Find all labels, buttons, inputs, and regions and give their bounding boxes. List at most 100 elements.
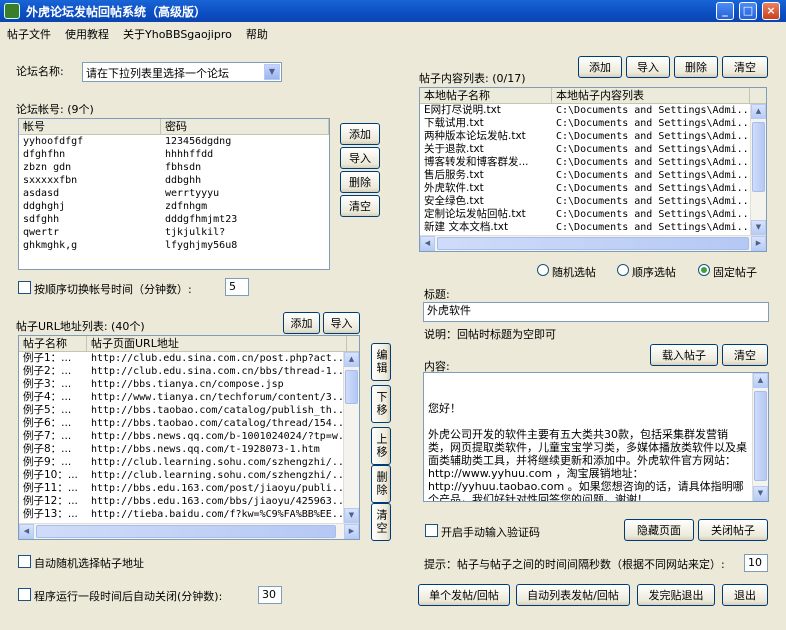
- contents-delete-button[interactable]: 删除: [674, 56, 718, 78]
- scroll-right-icon[interactable]: ▶: [344, 524, 359, 539]
- list-item[interactable]: 例子2：... http://club.edu.sina.com.cn/bbs/t…: [19, 365, 359, 378]
- accounts-delete-button[interactable]: 删除: [340, 171, 380, 193]
- column-header[interactable]: 本地帖子名称: [420, 88, 552, 103]
- list-item[interactable]: 定制论坛发帖回帖.txt C:\Documents and Settings\Ad…: [420, 208, 766, 221]
- menu-file[interactable]: 帖子文件: [0, 26, 58, 42]
- column-header[interactable]: 帖子名称: [19, 336, 87, 351]
- list-item[interactable]: yyhoofdfgf 123456dgdng: [19, 135, 329, 148]
- scroll-thumb[interactable]: [36, 525, 336, 538]
- urls-list[interactable]: 帖子名称 帖子页面URL地址 例子1：... http://club.edu.si…: [18, 335, 360, 540]
- scroll-up-icon[interactable]: ▲: [751, 104, 766, 119]
- urls-up-button[interactable]: 上移: [371, 427, 391, 465]
- mode-random-radio[interactable]: [537, 264, 549, 276]
- list-item[interactable]: 售后服务.txt C:\Documents and Settings\Admi..…: [420, 169, 766, 182]
- auto-close-minutes-input[interactable]: 30: [258, 586, 282, 604]
- accounts-list[interactable]: 帐号 密码 yyhoofdfgf 123456dgdng dfghfhn hhhhff…: [18, 118, 330, 270]
- forum-select[interactable]: 请在下拉列表里选择一个论坛 ▼: [82, 62, 282, 82]
- hide-page-button[interactable]: 隐藏页面: [624, 519, 694, 541]
- list-item[interactable]: 例子12：... http://bbs.edu.163.com/bbs/jiaoy…: [19, 495, 359, 508]
- list-item[interactable]: E网打尽说明.txt C:\Documents and Settings\Admi…: [420, 104, 766, 117]
- interval-input[interactable]: 10: [744, 554, 768, 572]
- menu-about[interactable]: 关于YhoBBSgaojipro: [116, 26, 239, 42]
- column-header[interactable]: 密码: [161, 119, 329, 134]
- list-item[interactable]: ddghghj zdfnhgm: [19, 200, 329, 213]
- list-item[interactable]: 例子11：... http://bbs.edu.163.com/post/jiao…: [19, 482, 359, 495]
- list-item[interactable]: 关于退款.txt C:\Documents and Settings\Admi..…: [420, 143, 766, 156]
- list-item[interactable]: 例子10：... http://club.learning.sohu.com/sz…: [19, 469, 359, 482]
- accounts-import-button[interactable]: 导入: [340, 147, 380, 169]
- urls-down-button[interactable]: 下移: [371, 385, 391, 423]
- maximize-icon[interactable]: □: [739, 2, 757, 20]
- auto-close-checkbox[interactable]: [18, 588, 31, 601]
- column-header[interactable]: 本地帖子内容列表: [552, 88, 750, 103]
- auto-random-checkbox[interactable]: [18, 555, 31, 568]
- menu-tutorial[interactable]: 使用教程: [58, 26, 116, 42]
- urls-edit-button[interactable]: 编辑: [371, 343, 391, 381]
- list-item[interactable]: 例子7：... http://bbs.news.qq.com/b-10010240…: [19, 430, 359, 443]
- content-vscrollbar[interactable]: ▲ ▼: [752, 373, 768, 501]
- scroll-right-icon[interactable]: ▶: [751, 236, 766, 251]
- list-item[interactable]: zbzn gdn fbhsdn: [19, 161, 329, 174]
- urls-clear-button[interactable]: 清空: [371, 503, 391, 541]
- list-item[interactable]: ghkmghk,g lfyghjmy56u8: [19, 239, 329, 252]
- exit-after-post-button[interactable]: 发完贴退出: [637, 584, 715, 606]
- captcha-checkbox[interactable]: [425, 524, 438, 537]
- scroll-up-icon[interactable]: ▲: [753, 373, 768, 388]
- list-item[interactable]: sdfghh dddgfhmjmt23: [19, 213, 329, 226]
- auto-list-post-button[interactable]: 自动列表发帖/回帖: [516, 584, 630, 606]
- content-textarea[interactable]: 您好！ 外虎公司开发的软件主要有五大类共30款，包括采集群发营销类，网页提取类软…: [423, 372, 769, 502]
- dropdown-arrow-icon[interactable]: ▼: [264, 64, 280, 80]
- scroll-left-icon[interactable]: ◀: [420, 236, 435, 251]
- list-item[interactable]: 例子3：... http://bbs.tianya.cn/compose.jsp: [19, 378, 359, 391]
- content-clear-button[interactable]: 清空: [722, 344, 768, 366]
- list-item[interactable]: 两种版本论坛发帖.txt C:\Documents and Settings\Ad…: [420, 130, 766, 143]
- list-item[interactable]: dfghfhn hhhhffdd: [19, 148, 329, 161]
- list-item[interactable]: asdasd werrtyyyu: [19, 187, 329, 200]
- title-input[interactable]: 外虎软件: [423, 302, 769, 322]
- scroll-thumb[interactable]: [345, 370, 358, 404]
- contents-add-button[interactable]: 添加: [578, 56, 622, 78]
- list-item[interactable]: 例子1：... http://club.edu.sina.com.cn/post.…: [19, 352, 359, 365]
- scroll-down-icon[interactable]: ▼: [344, 508, 359, 523]
- list-item[interactable]: sxxxxxfbn ddbghh: [19, 174, 329, 187]
- contents-import-button[interactable]: 导入: [626, 56, 670, 78]
- contents-list[interactable]: 本地帖子名称 本地帖子内容列表 E网打尽说明.txt C:\Documents a…: [419, 87, 767, 252]
- menu-help[interactable]: 帮助: [239, 26, 275, 42]
- urls-add-button[interactable]: 添加: [283, 312, 320, 334]
- list-item[interactable]: 博客转发和博客群发... C:\Documents and Settings\Ad…: [420, 156, 766, 169]
- list-item[interactable]: 例子5：... http://bbs.taobao.com/catalog/pub…: [19, 404, 359, 417]
- list-item[interactable]: qwertr tjkjulkil?: [19, 226, 329, 239]
- mode-fixed-radio[interactable]: [698, 264, 710, 276]
- scroll-thumb[interactable]: [754, 391, 767, 481]
- column-header[interactable]: 帐号: [19, 119, 161, 134]
- list-item[interactable]: 例子4：... http://www.tianya.cn/techforum/co…: [19, 391, 359, 404]
- minimize-icon[interactable]: _: [716, 2, 734, 20]
- urls-hscrollbar[interactable]: ◀ ▶: [19, 523, 359, 539]
- mode-sequential-radio[interactable]: [617, 264, 629, 276]
- scroll-up-icon[interactable]: ▲: [344, 352, 359, 367]
- contents-hscrollbar[interactable]: ◀ ▶: [420, 235, 766, 251]
- exit-button[interactable]: 退出: [722, 584, 768, 606]
- close-icon[interactable]: ×: [762, 2, 780, 20]
- scroll-down-icon[interactable]: ▼: [753, 486, 768, 501]
- list-item[interactable]: 安全绿色.txt C:\Documents and Settings\Admi..…: [420, 195, 766, 208]
- single-post-button[interactable]: 单个发帖/回帖: [418, 584, 510, 606]
- list-item[interactable]: 例子8：... http://bbs.news.qq.com/t-1928073-…: [19, 443, 359, 456]
- list-item[interactable]: 例子9：... http://club.learning.sohu.com/szh…: [19, 456, 359, 469]
- contents-clear-button[interactable]: 清空: [722, 56, 768, 78]
- scroll-thumb[interactable]: [752, 122, 765, 192]
- switch-checkbox[interactable]: [18, 281, 31, 294]
- scroll-thumb[interactable]: [437, 237, 749, 250]
- urls-vscrollbar[interactable]: ▲ ▼: [343, 352, 359, 523]
- list-item[interactable]: 例子13：... http://tieba.baidu.com/f?kw=%C9%…: [19, 508, 359, 521]
- contents-vscrollbar[interactable]: ▲ ▼: [750, 104, 766, 235]
- urls-delete-button[interactable]: 删除: [371, 465, 391, 503]
- switch-minutes-input[interactable]: 5: [225, 278, 249, 296]
- list-item[interactable]: 外虎软件.txt C:\Documents and Settings\Admi..…: [420, 182, 766, 195]
- list-item[interactable]: 新建 文本文档.txt C:\Documents and Settings\Adm…: [420, 221, 766, 234]
- close-post-button[interactable]: 关闭帖子: [698, 519, 768, 541]
- urls-import-button[interactable]: 导入: [323, 312, 360, 334]
- column-header[interactable]: 帖子页面URL地址: [87, 336, 347, 351]
- list-item[interactable]: 下载试用.txt C:\Documents and Settings\Admi..…: [420, 117, 766, 130]
- scroll-down-icon[interactable]: ▼: [751, 220, 766, 235]
